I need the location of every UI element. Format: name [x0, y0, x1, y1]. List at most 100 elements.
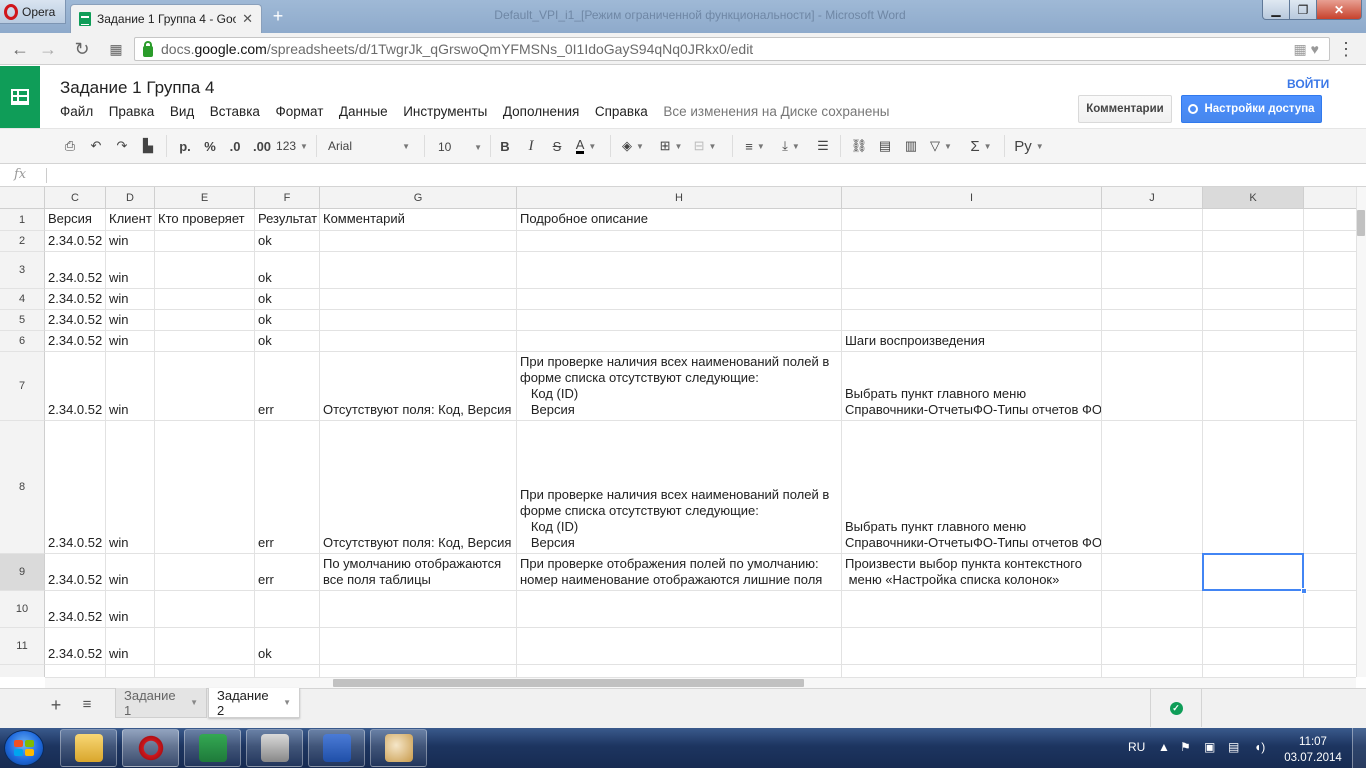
- cell-filler[interactable]: [1304, 591, 1356, 628]
- spreadsheet-grid[interactable]: C D E F G H I J K 1 Версия Клиент Кто проверяет Резул…: [0, 187, 1356, 677]
- decrease-decimal-button[interactable]: .0: [224, 136, 246, 156]
- cell-k9[interactable]: [1203, 554, 1304, 591]
- volume-icon[interactable]: ◖): [1254, 740, 1265, 754]
- speed-dial-grid-icon[interactable]: ▦: [104, 37, 128, 61]
- cell-k8[interactable]: [1203, 421, 1304, 554]
- cell-d11[interactable]: win: [106, 628, 155, 665]
- cell-k3[interactable]: [1203, 252, 1304, 289]
- cell-filler[interactable]: [1304, 352, 1356, 421]
- taskbar-excel[interactable]: [184, 729, 241, 767]
- taskbar-paint[interactable]: [370, 729, 427, 767]
- cell-e3[interactable]: [155, 252, 255, 289]
- cell-c2[interactable]: 2.34.0.52: [45, 231, 106, 252]
- cell-i10[interactable]: [842, 591, 1102, 628]
- cell-f5[interactable]: ok: [255, 310, 320, 331]
- cell-e11[interactable]: [155, 628, 255, 665]
- row-header-5[interactable]: 5: [0, 310, 45, 331]
- cell-j6[interactable]: [1102, 331, 1203, 352]
- vertical-scroll-thumb[interactable]: [1357, 210, 1365, 236]
- row-header-10[interactable]: 10: [0, 591, 45, 628]
- cell-g6[interactable]: [320, 331, 517, 352]
- strikethrough-button[interactable]: S: [548, 136, 566, 156]
- cell-i11[interactable]: [842, 628, 1102, 665]
- row-header-1[interactable]: 1: [0, 209, 45, 231]
- cell-e4[interactable]: [155, 289, 255, 310]
- taskbar-clock[interactable]: 11:07 03.07.2014: [1282, 734, 1344, 766]
- row-header-3[interactable]: 3: [0, 252, 45, 289]
- column-header-k[interactable]: K: [1203, 187, 1304, 209]
- cell-h4[interactable]: [517, 289, 842, 310]
- merge-cells-icon[interactable]: ⊟ ▼: [690, 136, 720, 156]
- menu-addons[interactable]: Дополнения: [503, 104, 579, 119]
- font-size-select[interactable]: 10 ▼: [432, 136, 488, 158]
- borders-icon[interactable]: ⊞ ▼: [656, 136, 686, 156]
- chevron-down-icon[interactable]: ▼: [283, 698, 291, 707]
- language-indicator[interactable]: RU: [1128, 740, 1145, 754]
- show-desktop-button[interactable]: [1352, 728, 1366, 768]
- cell-c11[interactable]: 2.34.0.52: [45, 628, 106, 665]
- cell-g10[interactable]: [320, 591, 517, 628]
- column-header-h[interactable]: H: [517, 187, 842, 209]
- cell-e5[interactable]: [155, 310, 255, 331]
- cell-filler[interactable]: [1304, 252, 1356, 289]
- font-family-select[interactable]: Arial ▼: [322, 136, 416, 156]
- cell-f6[interactable]: ok: [255, 331, 320, 352]
- browser-menu-icon[interactable]: ⋮: [1336, 39, 1356, 59]
- column-header-f[interactable]: F: [255, 187, 320, 209]
- formula-input[interactable]: [52, 166, 1352, 186]
- column-header-i[interactable]: I: [842, 187, 1102, 209]
- sign-in-link[interactable]: ВОЙТИ: [1287, 77, 1329, 91]
- cell-e1[interactable]: Кто проверяет: [155, 209, 255, 231]
- menu-view[interactable]: Вид: [170, 104, 194, 119]
- cell-f9[interactable]: err: [255, 554, 320, 591]
- vertical-scrollbar[interactable]: [1356, 187, 1366, 677]
- italic-button[interactable]: I: [522, 136, 540, 156]
- menu-edit[interactable]: Правка: [109, 104, 155, 119]
- taskbar-word[interactable]: [308, 729, 365, 767]
- cell-d6[interactable]: win: [106, 331, 155, 352]
- cell-d8[interactable]: win: [106, 421, 155, 554]
- cell-i9[interactable]: Произвести выбор пункта контекстного мен…: [842, 554, 1102, 591]
- cell-i2[interactable]: [842, 231, 1102, 252]
- close-tab-icon[interactable]: ✕: [242, 11, 253, 27]
- cell-filler[interactable]: [1304, 628, 1356, 665]
- cell-k6[interactable]: [1203, 331, 1304, 352]
- menu-file[interactable]: Файл: [60, 104, 93, 119]
- cell-j4[interactable]: [1102, 289, 1203, 310]
- cell-e10[interactable]: [155, 591, 255, 628]
- device-icon[interactable]: ▣: [1204, 740, 1215, 754]
- menu-insert[interactable]: Вставка: [210, 104, 260, 119]
- cell-i5[interactable]: [842, 310, 1102, 331]
- cell-h7[interactable]: При проверке наличия всех наименований п…: [517, 352, 842, 421]
- cell-h12[interactable]: [517, 665, 842, 677]
- cell-filler[interactable]: [1304, 554, 1356, 591]
- menu-data[interactable]: Данные: [339, 104, 388, 119]
- cell-h3[interactable]: [517, 252, 842, 289]
- vertical-align-icon[interactable]: ⤓ ▼: [776, 136, 806, 156]
- cell-d3[interactable]: win: [106, 252, 155, 289]
- network-icon[interactable]: ▤: [1228, 740, 1239, 754]
- cell-i12[interactable]: [842, 665, 1102, 677]
- sheet-tab-1[interactable]: Задание 1 ▼: [115, 688, 207, 718]
- taskbar-network-app[interactable]: [246, 729, 303, 767]
- cell-c7[interactable]: 2.34.0.52: [45, 352, 106, 421]
- sheet-tab-2[interactable]: Задание 2 ▼: [208, 688, 300, 718]
- cell-g9[interactable]: По умолчанию отображаются все поля табли…: [320, 554, 517, 591]
- cell-k2[interactable]: [1203, 231, 1304, 252]
- tray-expand-icon[interactable]: ▲: [1158, 740, 1170, 754]
- row-header-8[interactable]: 8: [0, 421, 45, 554]
- cell-k11[interactable]: [1203, 628, 1304, 665]
- share-button[interactable]: Настройки доступа: [1181, 95, 1322, 123]
- cell-g12[interactable]: [320, 665, 517, 677]
- row-header-7[interactable]: 7: [0, 352, 45, 421]
- new-tab-icon[interactable]: +: [268, 6, 288, 26]
- reload-icon[interactable]: ↻: [70, 37, 94, 61]
- number-format-menu[interactable]: 123 ▼: [276, 136, 308, 156]
- cell-c8[interactable]: 2.34.0.52: [45, 421, 106, 554]
- functions-menu[interactable]: Σ ▼: [966, 136, 996, 156]
- all-sheets-list-icon[interactable]: ≡: [79, 697, 95, 713]
- cell-k1[interactable]: [1203, 209, 1304, 231]
- cell-d5[interactable]: win: [106, 310, 155, 331]
- forward-arrow-icon[interactable]: →: [36, 37, 60, 61]
- flag-notification-icon[interactable]: ⚑: [1180, 740, 1191, 754]
